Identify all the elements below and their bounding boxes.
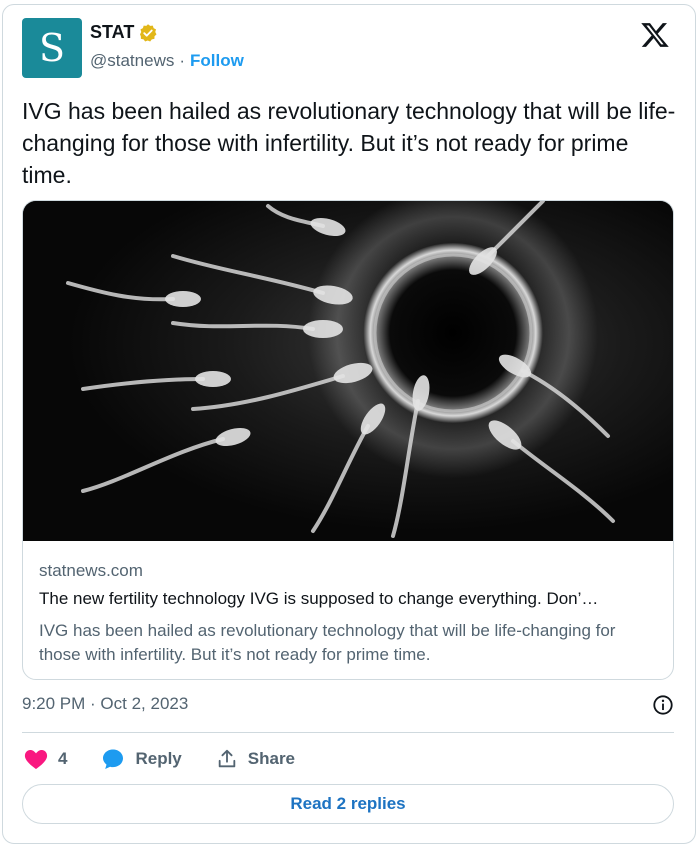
author-name[interactable]: STAT <box>90 22 134 43</box>
share-label: Share <box>247 749 296 768</box>
separator-dot: · <box>179 51 186 70</box>
reply-label: Reply <box>135 749 182 768</box>
author-handle-row: @statnews · Follow <box>90 51 244 71</box>
heart-icon <box>24 750 48 769</box>
reply-bubble-icon <box>103 749 124 769</box>
like-button[interactable]: 4 <box>24 748 67 770</box>
avatar-letter: S <box>38 26 66 70</box>
author-handle[interactable]: @statnews <box>90 51 174 71</box>
tweet-text: IVG has been hailed as revolutionary tec… <box>22 98 676 188</box>
read-replies-button[interactable]: Read 2 replies <box>22 784 674 824</box>
link-info: statnews.com The new fertility technolog… <box>39 561 659 667</box>
action-bar: 4 Reply Share <box>24 744 329 774</box>
divider <box>22 732 674 733</box>
info-icon[interactable] <box>652 694 674 716</box>
share-button[interactable]: Share <box>216 748 295 770</box>
like-count: 4 <box>58 749 68 768</box>
link-title[interactable]: The new fertility technology IVG is supp… <box>39 589 659 617</box>
link-preview-card[interactable]: statnews.com The new fertility technolog… <box>22 200 674 680</box>
tweet-header: S STAT @statnews · Follow <box>22 18 678 82</box>
link-description: IVG has been hailed as revolutionary tec… <box>39 621 616 664</box>
link-domain: statnews.com <box>39 561 143 580</box>
tweet-timestamp[interactable]: 9:20 PM · Oct 2, 2023 <box>22 694 188 714</box>
follow-button[interactable]: Follow <box>190 51 244 71</box>
avatar[interactable]: S <box>22 18 82 78</box>
x-logo-icon[interactable] <box>640 20 670 50</box>
sperm-and-egg-illustration-icon <box>23 201 673 541</box>
share-icon <box>218 749 236 768</box>
verified-badge-icon <box>140 23 157 41</box>
reply-button[interactable]: Reply <box>101 747 182 771</box>
author-name-row: STAT <box>90 22 158 43</box>
